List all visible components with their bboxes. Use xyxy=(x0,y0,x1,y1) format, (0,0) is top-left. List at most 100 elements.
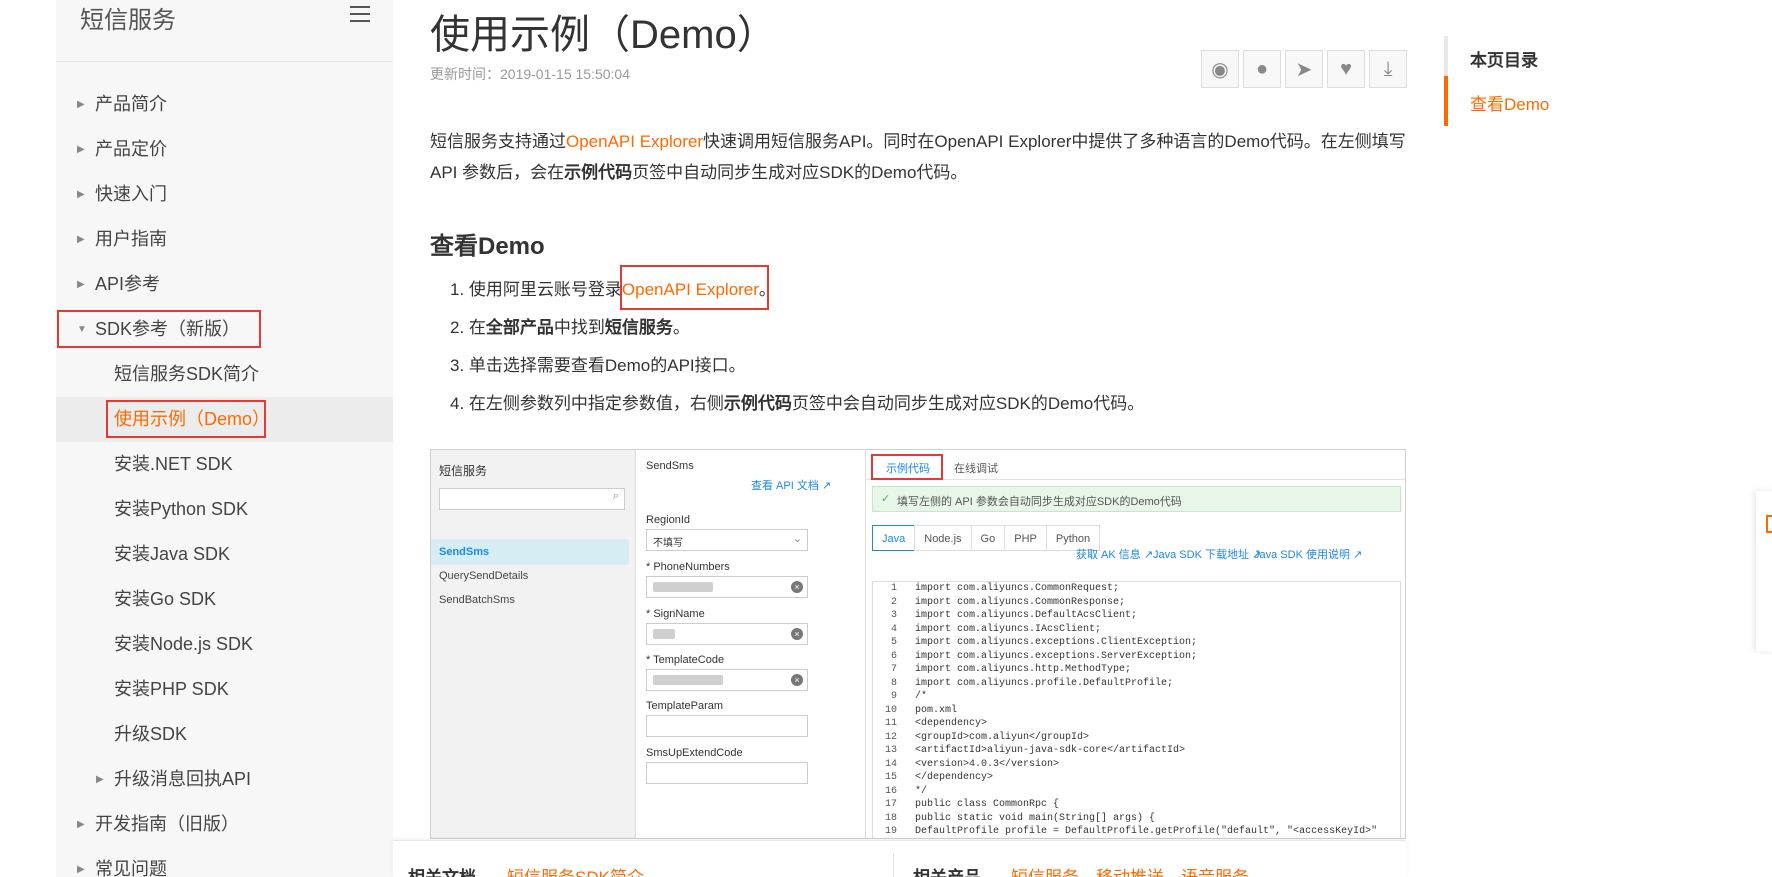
line-number: 9 xyxy=(890,691,897,702)
sidebar-item-label: 安装Node.js SDK xyxy=(114,634,254,654)
related-product-link[interactable]: 短信服务 xyxy=(1011,863,1079,877)
line-number: 18 xyxy=(884,812,897,824)
openapi-explorer-link[interactable]: OpenAPI Explorer xyxy=(566,132,703,151)
api-item[interactable]: SendSms xyxy=(439,546,489,558)
code-text: import com.aliyuncs.IAcsClient; xyxy=(915,623,1102,635)
sidebar-item-label: API参考 xyxy=(95,274,161,294)
toc-item[interactable]: 查看Demo xyxy=(1470,90,1549,115)
related-doc-link[interactable]: 短信服务SDK简介 xyxy=(507,863,644,877)
sidebar-item-faq[interactable]: ▶ 常见问题 xyxy=(56,847,393,877)
sidebar-item-dev-guide[interactable]: ▶ 开发指南（旧版） xyxy=(56,802,393,847)
tab-java[interactable]: Java xyxy=(872,525,916,551)
sidebar-item-quickstart[interactable]: ▶ 快速入门 xyxy=(56,172,393,217)
code-line: 6 import com.aliyuncs.exceptions.ServerEx… xyxy=(873,650,1400,664)
code-line: 10 pom.xml xyxy=(873,704,1400,718)
chevron-right-icon: ▶ xyxy=(96,774,104,785)
line-number: 5 xyxy=(890,637,897,648)
code-text: import com.aliyuncs.exceptions.ClientExc… xyxy=(915,637,1198,648)
api-search-input[interactable]: ⌕ xyxy=(439,488,625,510)
sidebar-item-sdk-intro[interactable]: 短信服务SDK简介 xyxy=(56,352,393,397)
sms-up-extend-input[interactable] xyxy=(646,762,808,784)
template-param-input[interactable] xyxy=(646,715,808,737)
code-editor[interactable]: 1 import com.aliyuncs.CommonRequest; 2 impo… xyxy=(872,581,1401,838)
code-text: import com.aliyuncs.DefaultAcsClient; xyxy=(915,610,1138,621)
sidebar-item-pricing[interactable]: ▶ 产品定价 xyxy=(56,127,393,172)
line-number: 19 xyxy=(884,826,897,837)
sidebar-item-net-sdk[interactable]: 安装.NET SDK xyxy=(56,442,393,487)
phone-numbers-input[interactable]: × xyxy=(646,576,808,598)
sdk-download-link[interactable]: Java SDK 下载地址 ↗ xyxy=(1153,546,1261,562)
line-number: 12 xyxy=(884,731,897,743)
weibo-icon[interactable]: ◉ xyxy=(1201,50,1239,88)
highlight-box xyxy=(871,454,943,480)
sidebar-item-product-intro[interactable]: ▶ 产品简介 xyxy=(56,82,393,127)
api-doc-link-label: 查看 API 文档 xyxy=(751,480,819,492)
code-text: import com.aliyuncs.http.MethodType; xyxy=(915,664,1132,675)
code-line: 8 import com.aliyuncs.profile.DefaultProf… xyxy=(873,677,1400,691)
code-line: 4 import com.aliyuncs.IAcsClient; xyxy=(873,623,1400,637)
api-item[interactable]: QuerySendDetails xyxy=(439,570,528,582)
api-item[interactable]: SendBatchSms xyxy=(439,594,515,606)
line-number: 3 xyxy=(890,610,897,621)
blurred-value xyxy=(653,629,675,639)
chevron-down-icon: ⌄ xyxy=(792,533,802,545)
share-bar: ◉ ● ➤ ♥ ⤓ xyxy=(1201,50,1407,88)
sidebar-item-label: 升级SDK xyxy=(114,724,188,744)
tab-go[interactable]: Go xyxy=(970,525,1006,551)
sign-name-input[interactable]: × xyxy=(646,623,808,645)
code-line: 3 import com.aliyuncs.DefaultAcsClient; xyxy=(873,609,1400,623)
line-number: 17 xyxy=(884,799,897,810)
sidebar-item-label: 安装PHP SDK xyxy=(114,679,229,699)
chevron-right-icon: ▶ xyxy=(77,234,85,245)
sidebar-item-upgrade-sdk[interactable]: 升级SDK xyxy=(56,712,393,757)
dingtalk-icon[interactable]: ➤ xyxy=(1285,50,1323,88)
sidebar-item-go-sdk[interactable]: 安装Go SDK xyxy=(56,577,393,622)
code-line: 19 DefaultProfile profile = DefaultProfi… xyxy=(873,825,1400,838)
code-text: </dependency> xyxy=(915,772,994,783)
related-product-link[interactable]: 语音服务 xyxy=(1181,863,1249,877)
line-number: 15 xyxy=(884,772,897,783)
step-text: 1. 使用阿里云账号登录 xyxy=(450,280,622,299)
code-text: import com.aliyuncs.profile.DefaultProfi… xyxy=(915,677,1174,689)
sidebar-item-label: 安装Go SDK xyxy=(114,589,217,609)
related-product-link[interactable]: 移动推送 xyxy=(1096,863,1164,877)
code-line: 15 </dependency> xyxy=(873,771,1400,785)
sidebar-item-php-sdk[interactable]: 安装PHP SDK xyxy=(56,667,393,712)
params-panel: SendSms 查看 API 文档 ↗ RegionId 不填写 ⌄ * Phon… xyxy=(636,450,866,838)
step-bold: 全部产品 xyxy=(485,318,554,337)
step-2: 2. 在全部产品中找到短信服务。 xyxy=(450,314,1144,352)
tab-online-debug[interactable]: 在线调试 xyxy=(954,460,998,476)
sidebar-item-python-sdk[interactable]: 安装Python SDK xyxy=(56,487,393,532)
sidebar-item-api-reference[interactable]: ▶ API参考 xyxy=(56,262,393,307)
tab-nodejs[interactable]: Node.js xyxy=(914,525,972,551)
feedback-widget[interactable] xyxy=(1756,491,1772,651)
download-icon[interactable]: ⤓ xyxy=(1369,50,1407,88)
clear-icon[interactable]: × xyxy=(791,581,803,593)
sidebar-item-receipt-api[interactable]: ▶ 升级消息回执API xyxy=(56,757,393,802)
step-text: 页签中会自动同步生成对应SDK的Demo代码。 xyxy=(791,394,1145,413)
sidebar-item-java-sdk[interactable]: 安装Java SDK xyxy=(56,532,393,577)
ak-info-link[interactable]: 获取 AK 信息 ↗ xyxy=(1076,546,1153,562)
sdk-usage-link[interactable]: Java SDK 使用说明 ↗ xyxy=(1254,546,1362,562)
code-text: DefaultProfile profile = DefaultProfile.… xyxy=(915,826,1378,837)
step-1: 1. 使用阿里云账号登录OpenAPI Explorer。 xyxy=(450,276,1144,314)
language-tabs: Java Node.js Go PHP Python xyxy=(872,525,1101,551)
sidebar-item-user-guide[interactable]: ▶ 用户指南 xyxy=(56,217,393,262)
clear-icon[interactable]: × xyxy=(791,674,803,686)
line-number: 6 xyxy=(890,650,897,662)
heart-icon[interactable]: ♥ xyxy=(1327,50,1365,88)
wechat-icon[interactable]: ● xyxy=(1243,50,1281,88)
clear-icon[interactable]: × xyxy=(791,628,803,640)
divider xyxy=(893,853,894,877)
api-doc-link[interactable]: 查看 API 文档 ↗ xyxy=(751,477,831,493)
tab-php[interactable]: PHP xyxy=(1004,525,1047,551)
related-docs-label: 相关文档 xyxy=(408,863,476,877)
external-link-icon: ↗ xyxy=(1143,549,1154,561)
region-select[interactable]: 不填写 ⌄ xyxy=(646,529,808,551)
hamburger-menu-icon[interactable] xyxy=(350,6,370,22)
sidebar-item-label: 短信服务SDK简介 xyxy=(114,364,260,384)
external-link-icon: ↗ xyxy=(821,480,832,492)
template-code-input[interactable]: × xyxy=(646,669,808,691)
code-text: public class CommonRpc { xyxy=(915,799,1060,810)
sidebar-item-nodejs-sdk[interactable]: 安装Node.js SDK xyxy=(56,622,393,667)
